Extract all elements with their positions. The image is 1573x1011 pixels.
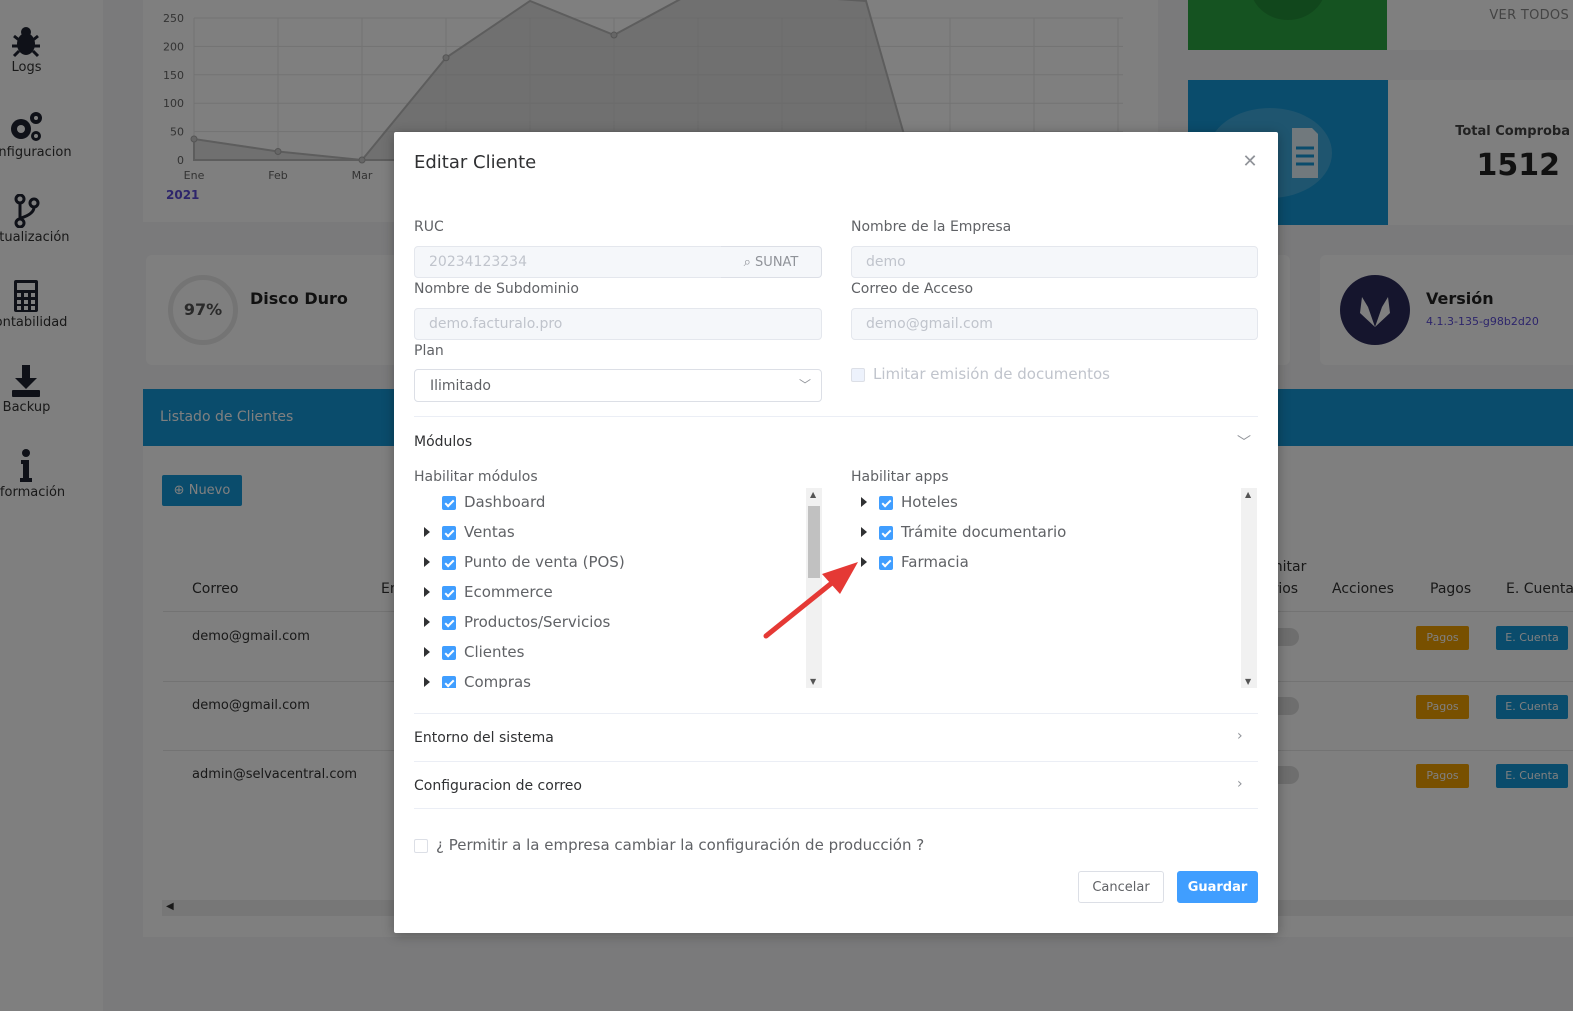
dialog-title: Editar Cliente	[414, 152, 537, 173]
limitar-label: Limitar emisión de documentos	[873, 365, 1110, 383]
caret-right-icon[interactable]	[424, 557, 430, 567]
limitar-checkbox[interactable]: Limitar emisión de documentos	[851, 365, 1110, 383]
scroll-down-icon[interactable]: ▼	[810, 677, 816, 686]
tree-item-label: Ventas	[464, 523, 515, 541]
caret-right-icon[interactable]	[861, 557, 867, 567]
sunat-label: SUNAT	[755, 254, 799, 270]
plan-selected-value: Ilimitado	[430, 378, 491, 394]
correo-label: Correo de Acceso	[851, 281, 974, 297]
apps-scrollbar[interactable]: ▲ ▼	[1241, 488, 1257, 688]
habilitar-modulos-label: Habilitar módulos	[414, 469, 538, 485]
modules-scrollbar[interactable]: ▲ ▼	[806, 488, 822, 688]
tree-item-label: Productos/Servicios	[464, 613, 611, 631]
cancel-button[interactable]: Cancelar	[1078, 871, 1164, 903]
chevron-down-icon[interactable]: ﹀	[1237, 432, 1251, 452]
tree-item-app[interactable]: Trámite documentario	[851, 518, 1243, 548]
tree-item-label: Ecommerce	[464, 583, 553, 601]
tree-item-label: Compras	[464, 673, 531, 688]
chevron-right-icon[interactable]: ›	[1237, 776, 1243, 792]
tree-item-label: Punto de venta (POS)	[464, 553, 625, 571]
checkbox-icon[interactable]	[414, 838, 428, 853]
plan-select[interactable]: Ilimitado ﹀	[414, 369, 822, 402]
divider	[414, 416, 1258, 417]
subdominio-label: Nombre de Subdominio	[414, 281, 579, 297]
chevron-right-icon[interactable]: ›	[1237, 728, 1243, 744]
scroll-up-icon[interactable]: ▲	[1245, 490, 1251, 499]
caret-right-icon[interactable]	[424, 587, 430, 597]
subdominio-input[interactable]	[414, 308, 822, 340]
checkbox-icon[interactable]	[442, 676, 456, 688]
tree-item-module[interactable]: Ecommerce	[414, 578, 806, 608]
tree-item-label: Hoteles	[901, 493, 958, 511]
checkbox-icon[interactable]	[879, 556, 893, 570]
caret-right-icon[interactable]	[861, 527, 867, 537]
tree-item-module[interactable]: Clientes	[414, 638, 806, 668]
checkbox-icon[interactable]	[442, 616, 456, 630]
correo-input[interactable]	[851, 308, 1258, 340]
tree-item-app[interactable]: Farmacia	[851, 548, 1243, 578]
checkbox-icon[interactable]	[442, 646, 456, 660]
caret-right-icon[interactable]	[424, 617, 430, 627]
checkbox-icon[interactable]	[879, 496, 893, 510]
checkbox-icon[interactable]	[442, 586, 456, 600]
config-correo-header[interactable]: Configuracion de correo	[414, 778, 582, 794]
sunat-button[interactable]: ⌕ SUNAT	[721, 246, 822, 278]
checkbox-icon[interactable]	[879, 526, 893, 540]
permitir-checkbox[interactable]: ¿ Permitir a la empresa cambiar la confi…	[414, 836, 924, 854]
tree-item-module[interactable]: Ventas	[414, 518, 806, 548]
search-icon: ⌕	[743, 254, 751, 270]
scroll-up-icon[interactable]: ▲	[810, 490, 816, 499]
tree-item-module[interactable]: Compras	[414, 668, 806, 688]
modules-tree: Dashboard Ventas Punto de venta (POS) Ecomm…	[414, 488, 806, 688]
save-button[interactable]: Guardar	[1177, 871, 1258, 903]
tree-item-module[interactable]: Productos/Servicios	[414, 608, 806, 638]
tree-item-module[interactable]: Dashboard	[414, 488, 806, 518]
caret-right-icon[interactable]	[424, 527, 430, 537]
tree-item-label: Clientes	[464, 643, 525, 661]
entorno-header[interactable]: Entorno del sistema	[414, 730, 554, 746]
tree-item-label: Dashboard	[464, 493, 546, 511]
ruc-label: RUC	[414, 219, 444, 235]
scroll-thumb[interactable]	[808, 506, 820, 578]
tree-item-label: Farmacia	[901, 553, 969, 571]
divider	[414, 713, 1258, 714]
chevron-down-icon: ﹀	[798, 378, 811, 392]
apps-tree: Hoteles Trámite documentario Farmacia	[851, 488, 1243, 688]
plan-label: Plan	[414, 343, 444, 359]
ruc-input[interactable]	[414, 246, 722, 278]
tree-item-label: Trámite documentario	[901, 523, 1067, 541]
checkbox-icon[interactable]	[442, 496, 456, 510]
modulos-header[interactable]: Módulos	[414, 434, 472, 450]
checkbox-icon[interactable]	[442, 556, 456, 570]
tree-item-app[interactable]: Hoteles	[851, 488, 1243, 518]
caret-right-icon[interactable]	[424, 677, 430, 687]
edit-client-dialog: Editar Cliente ✕ RUC ⌕ SUNAT Nombre de l…	[394, 132, 1278, 933]
caret-right-icon[interactable]	[861, 497, 867, 507]
divider	[414, 808, 1258, 809]
checkbox-icon[interactable]	[442, 526, 456, 540]
empresa-label: Nombre de la Empresa	[851, 219, 1012, 235]
empresa-input[interactable]	[851, 246, 1258, 278]
habilitar-apps-label: Habilitar apps	[851, 469, 949, 485]
divider	[414, 761, 1258, 762]
close-icon[interactable]: ✕	[1240, 152, 1260, 172]
caret-right-icon[interactable]	[424, 647, 430, 657]
scroll-down-icon[interactable]: ▼	[1245, 677, 1251, 686]
permitir-label: ¿ Permitir a la empresa cambiar la confi…	[436, 836, 925, 854]
checkbox-icon[interactable]	[851, 367, 865, 382]
tree-item-module[interactable]: Punto de venta (POS)	[414, 548, 806, 578]
